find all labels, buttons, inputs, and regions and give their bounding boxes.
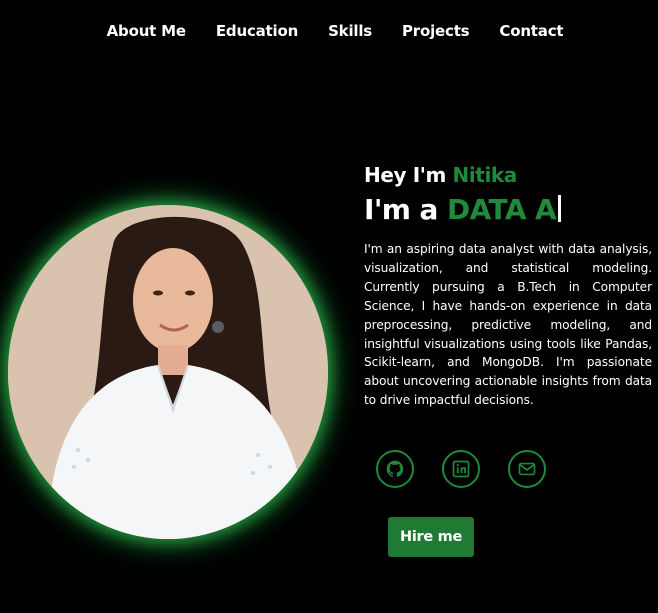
role-prefix: I'm a bbox=[364, 193, 447, 226]
email-link[interactable] bbox=[508, 450, 546, 488]
profile-photo bbox=[8, 205, 328, 539]
bio-paragraph: I'm an aspiring data analyst with data a… bbox=[364, 242, 652, 408]
github-link[interactable] bbox=[376, 450, 414, 488]
linkedin-link[interactable] bbox=[442, 450, 480, 488]
name-highlight: Nitika bbox=[452, 163, 517, 187]
mail-icon bbox=[518, 462, 536, 476]
github-icon bbox=[386, 460, 404, 477]
nav-contact[interactable]: Contact bbox=[499, 22, 563, 40]
page: About Me Education Skills Projects Conta… bbox=[0, 0, 658, 613]
hire-me-button[interactable]: Hire me bbox=[388, 517, 474, 557]
role-heading: I'm a DATA A bbox=[364, 193, 652, 226]
nav-education[interactable]: Education bbox=[216, 22, 298, 40]
nav-skills[interactable]: Skills bbox=[328, 22, 372, 40]
top-nav: About Me Education Skills Projects Conta… bbox=[0, 22, 658, 40]
greeting: Hey I'm Nitika bbox=[364, 163, 652, 187]
greeting-prefix: Hey I'm bbox=[364, 163, 453, 187]
hero-section: Hey I'm Nitika I'm a DATA A I'm an aspir… bbox=[364, 163, 652, 410]
role-typed-text: DATA A bbox=[446, 193, 557, 226]
linkedin-icon bbox=[452, 460, 470, 478]
nav-about-me[interactable]: About Me bbox=[107, 22, 186, 40]
typing-cursor bbox=[558, 195, 562, 222]
nav-projects[interactable]: Projects bbox=[402, 22, 470, 40]
social-links bbox=[376, 450, 546, 488]
